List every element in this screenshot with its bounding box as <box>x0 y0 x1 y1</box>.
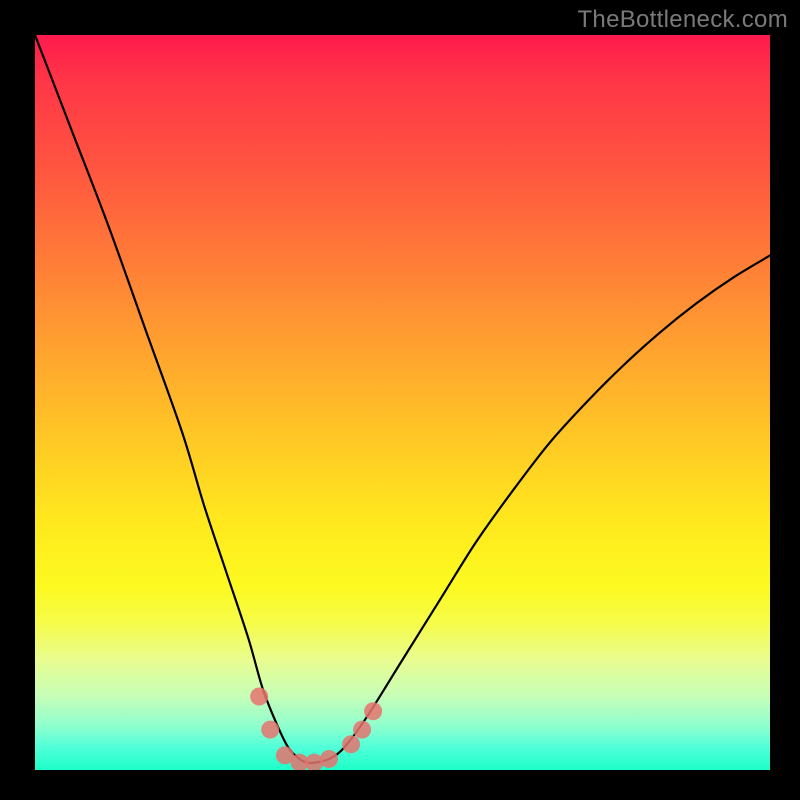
data-marker <box>342 735 360 753</box>
data-marker <box>364 702 382 720</box>
data-marker <box>261 721 279 739</box>
data-marker <box>320 750 338 768</box>
marker-group <box>250 688 382 771</box>
data-marker <box>250 688 268 706</box>
bottleneck-curve-path <box>35 35 770 763</box>
watermark-text: TheBottleneck.com <box>577 6 788 34</box>
bottleneck-curve-svg <box>35 35 770 770</box>
chart-plot-area <box>35 35 770 770</box>
data-marker <box>353 721 371 739</box>
